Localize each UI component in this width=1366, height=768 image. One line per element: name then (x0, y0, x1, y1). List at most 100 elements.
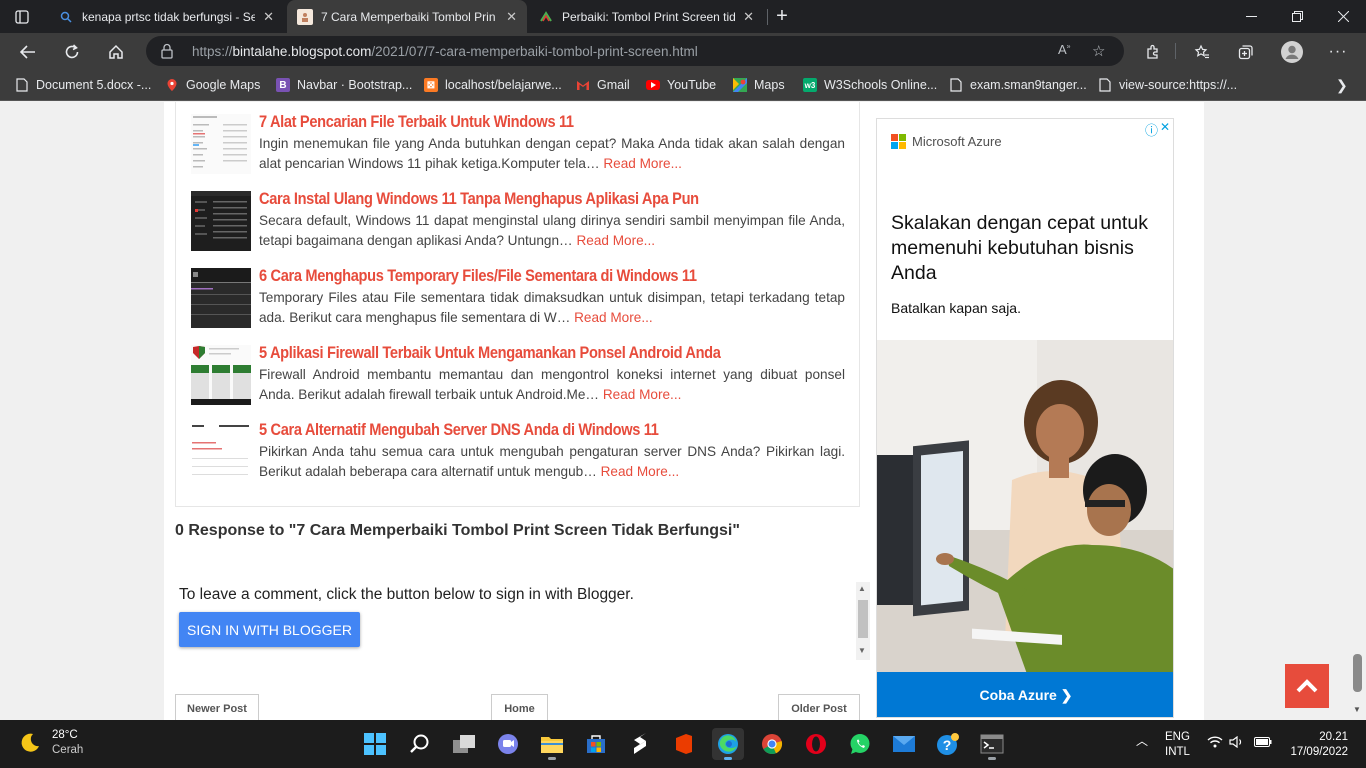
read-aloud-icon[interactable]: A» (1058, 42, 1071, 57)
scrollbar-thumb[interactable] (1353, 654, 1362, 692)
related-post-item[interactable]: 6 Cara Menghapus Temporary Files/File Se… (191, 266, 845, 336)
close-tab-icon[interactable]: ✕ (263, 9, 274, 25)
opera-icon[interactable] (800, 728, 832, 760)
related-post-title[interactable]: 7 Alat Pencarian File Terbaik Untuk Wind… (259, 112, 574, 132)
read-more-link[interactable]: Read More... (574, 310, 653, 325)
close-tab-icon[interactable]: ✕ (506, 9, 517, 25)
newer-post-button[interactable]: Newer Post (175, 694, 259, 720)
related-post-item[interactable]: 5 Cara Alternatif Mengubah Server DNS An… (191, 420, 845, 490)
page-scrollbar[interactable]: ▼ (1349, 102, 1366, 720)
favorites-icon[interactable] (1187, 37, 1217, 67)
favorite-star-icon[interactable]: ☆ (1092, 42, 1105, 60)
url-field[interactable]: https://bintalahe.blogspot.com/2021/07/7… (146, 36, 1124, 66)
sublime-text-icon[interactable] (624, 728, 656, 760)
bookmark-label: YouTube (667, 78, 717, 92)
bookmark-item[interactable]: YouTube (646, 76, 716, 94)
post-thumbnail[interactable] (191, 114, 251, 174)
clock[interactable]: 20.21 17/09/2022 (1280, 730, 1348, 760)
running-indicator (548, 757, 556, 760)
bookmark-item[interactable]: B Navbar · Bootstrap... (276, 76, 412, 94)
start-icon[interactable] (359, 728, 391, 760)
refresh-icon[interactable] (57, 37, 87, 67)
scroll-down-icon[interactable]: ▼ (1353, 705, 1361, 714)
home-icon[interactable] (101, 37, 131, 67)
read-more-link[interactable]: Read More... (603, 387, 682, 402)
ad-info-icon[interactable]: ⓘ (1145, 120, 1158, 139)
bookmark-item[interactable]: Document 5.docx -... (15, 76, 151, 94)
battery-icon[interactable] (1254, 737, 1272, 752)
profile-avatar-icon[interactable] (1277, 37, 1307, 67)
chat-icon[interactable] (492, 728, 524, 760)
tab-blog-post[interactable]: 7 Cara Memperbaiki Tombol Prin ✕ (287, 0, 527, 33)
language-indicator[interactable]: ENG INTL (1165, 730, 1190, 760)
close-tab-icon[interactable]: ✕ (743, 9, 754, 25)
related-post-excerpt: Secara default, Windows 11 dapat mengins… (259, 213, 845, 248)
restore-button[interactable] (1274, 0, 1320, 33)
task-view-icon[interactable] (448, 728, 480, 760)
post-thumbnail[interactable] (191, 345, 251, 405)
new-tab-button[interactable]: + (760, 0, 804, 33)
read-more-link[interactable]: Read More... (603, 156, 682, 171)
post-thumbnail[interactable] (191, 268, 251, 328)
bookmark-item[interactable]: ⊠ localhost/belajarwe... (424, 76, 562, 94)
search-icon[interactable] (404, 728, 436, 760)
ad-close-icon[interactable]: ✕ (1160, 120, 1170, 134)
microsoft-store-icon[interactable] (580, 728, 612, 760)
help-icon[interactable]: ? (932, 728, 964, 760)
clock-date: 17/09/2022 (1290, 746, 1348, 758)
minimize-button[interactable] (1228, 0, 1274, 33)
bookmark-item[interactable]: exam.sman9tanger... (949, 76, 1087, 94)
volume-icon[interactable] (1229, 735, 1245, 753)
wifi-icon[interactable] (1207, 736, 1223, 753)
extensions-icon[interactable] (1138, 37, 1168, 67)
scroll-down-icon[interactable]: ▼ (858, 646, 866, 655)
related-post-title[interactable]: 6 Cara Menghapus Temporary Files/File Se… (259, 266, 697, 286)
related-post-item[interactable]: Cara Instal Ulang Windows 11 Tanpa Mengh… (191, 189, 845, 259)
collections-icon[interactable] (1231, 37, 1261, 67)
home-button[interactable]: Home (491, 694, 548, 720)
bookmark-label: Google Maps (186, 78, 261, 92)
read-more-link[interactable]: Read More... (601, 464, 680, 479)
weather-widget[interactable]: 28°C Cerah (18, 728, 83, 758)
chevron-right-icon[interactable]: ❯ (1336, 76, 1348, 94)
sign-in-with-blogger-button[interactable]: SIGN IN WITH BLOGGER (179, 612, 360, 647)
page-icon (1098, 78, 1112, 92)
edge-icon[interactable] (712, 728, 744, 760)
chrome-icon[interactable] (756, 728, 788, 760)
related-post-title[interactable]: 5 Aplikasi Firewall Terbaik Untuk Mengam… (259, 343, 721, 363)
related-post-title[interactable]: 5 Cara Alternatif Mengubah Server DNS An… (259, 420, 659, 440)
bookmark-item[interactable]: w3 W3Schools Online... (803, 76, 937, 94)
post-thumbnail[interactable] (191, 422, 251, 482)
post-thumbnail[interactable] (191, 191, 251, 251)
show-hidden-icons-icon[interactable]: ︿ (1136, 734, 1148, 749)
scroll-up-icon[interactable]: ▲ (858, 584, 866, 593)
bookmark-item[interactable]: Maps (733, 76, 785, 94)
bookmark-label: exam.sman9tanger... (970, 78, 1087, 92)
tab-perbaiki[interactable]: Perbaiki: Tombol Print Screen tid ✕ (528, 0, 764, 33)
back-arrow-icon[interactable] (13, 37, 43, 67)
tab-actions-icon[interactable] (2, 0, 42, 33)
bookmark-item[interactable]: Gmail (576, 76, 630, 94)
try-azure-button[interactable]: Coba Azure ❯ (877, 672, 1173, 717)
bookmark-item[interactable]: view-source:https://... (1098, 76, 1237, 94)
close-window-button[interactable] (1320, 0, 1366, 33)
whatsapp-icon[interactable] (844, 728, 876, 760)
scrollbar-thumb[interactable] (858, 600, 868, 638)
ad-photo[interactable] (877, 340, 1173, 674)
back-to-top-button[interactable] (1285, 664, 1329, 708)
mail-icon[interactable] (888, 728, 920, 760)
older-post-button[interactable]: Older Post (778, 694, 860, 720)
comment-scrollbar[interactable]: ▲ ▼ (856, 582, 870, 660)
file-explorer-icon[interactable] (536, 728, 568, 760)
tab-search[interactable]: kenapa prtsc tidak berfungsi - Se ✕ (48, 0, 284, 33)
related-post-item[interactable]: 7 Alat Pencarian File Terbaik Untuk Wind… (191, 112, 845, 182)
office-icon[interactable] (668, 728, 700, 760)
more-menu-icon[interactable]: ··· (1323, 37, 1353, 67)
related-post-item[interactable]: 5 Aplikasi Firewall Terbaik Untuk Mengam… (191, 343, 845, 413)
azure-ad[interactable]: Microsoft Azure ⓘ ✕ Skalakan dengan cepa… (876, 118, 1174, 718)
read-more-link[interactable]: Read More... (576, 233, 655, 248)
lock-icon[interactable] (160, 43, 174, 59)
bookmark-item[interactable]: Google Maps (165, 76, 260, 94)
terminal-icon[interactable] (976, 728, 1008, 760)
related-post-title[interactable]: Cara Instal Ulang Windows 11 Tanpa Mengh… (259, 189, 699, 209)
